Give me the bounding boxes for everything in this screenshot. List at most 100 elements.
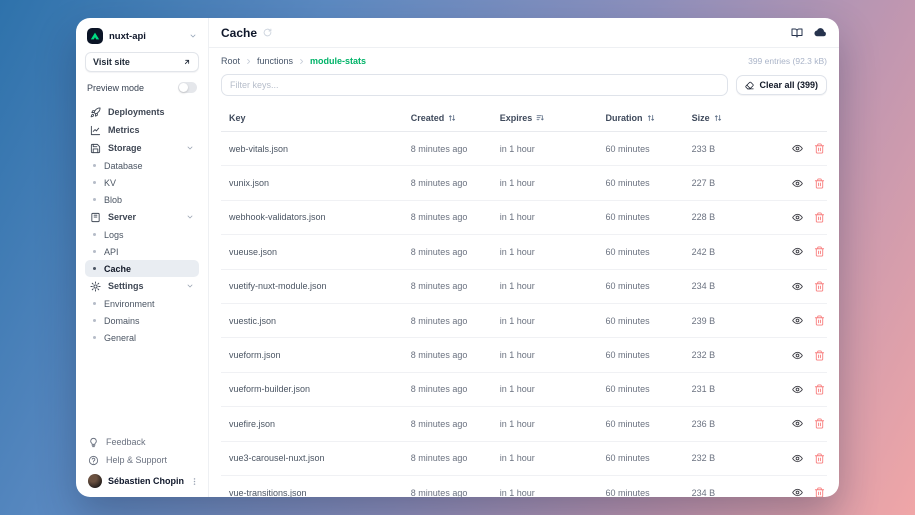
breadcrumb-root[interactable]: Root xyxy=(221,56,240,66)
delete-entry-icon[interactable] xyxy=(814,246,825,257)
user-menu[interactable]: Sébastien Chopin xyxy=(85,469,199,488)
delete-entry-icon[interactable] xyxy=(814,212,825,223)
sidebar-item-settings[interactable]: Settings xyxy=(85,277,199,295)
cell-size: 228 B xyxy=(692,212,785,222)
view-entry-icon[interactable] xyxy=(792,212,803,223)
cloud-icon[interactable] xyxy=(814,26,827,39)
bullet-icon xyxy=(93,336,96,339)
bullet-icon xyxy=(93,302,96,305)
cell-duration: 60 minutes xyxy=(606,384,692,394)
cell-actions xyxy=(784,384,827,395)
table-row: webhook-validators.json 8 minutes ago in… xyxy=(221,201,827,235)
sidebar-item-metrics[interactable]: Metrics xyxy=(85,121,199,139)
delete-entry-icon[interactable] xyxy=(814,384,825,395)
cell-duration: 60 minutes xyxy=(606,453,692,463)
preview-mode-toggle[interactable] xyxy=(178,82,197,93)
delete-entry-icon[interactable] xyxy=(814,281,825,292)
view-entry-icon[interactable] xyxy=(792,315,803,326)
sidebar-item-api[interactable]: API xyxy=(85,243,199,260)
view-entry-icon[interactable] xyxy=(792,178,803,189)
cell-key: vueform-builder.json xyxy=(221,384,411,394)
sidebar-item-server[interactable]: Server xyxy=(85,208,199,226)
sidebar-item-kv[interactable]: KV xyxy=(85,174,199,191)
refresh-icon[interactable] xyxy=(263,28,272,37)
visit-site-button[interactable]: Visit site xyxy=(85,52,199,72)
clear-all-label: Clear all (399) xyxy=(759,80,818,90)
bullet-icon xyxy=(93,181,96,184)
sidebar-item-feedback[interactable]: Feedback xyxy=(85,433,199,451)
clear-all-button[interactable]: Clear all (399) xyxy=(736,75,827,95)
delete-entry-icon[interactable] xyxy=(814,418,825,429)
sidebar-item-blob[interactable]: Blob xyxy=(85,191,199,208)
project-selector[interactable]: nuxt-api xyxy=(85,27,199,52)
sidebar-item-cache[interactable]: Cache xyxy=(85,260,199,277)
avatar xyxy=(88,474,102,488)
chevron-down-icon xyxy=(186,144,194,152)
sidebar-item-database[interactable]: Database xyxy=(85,157,199,174)
sidebar-item-environment[interactable]: Environment xyxy=(85,295,199,312)
sidebar-item-help[interactable]: Help & Support xyxy=(85,451,199,469)
ellipsis-vertical-icon[interactable] xyxy=(190,477,199,486)
column-created[interactable]: Created xyxy=(411,113,500,123)
cell-expires: in 1 hour xyxy=(500,316,606,326)
filter-keys-input[interactable] xyxy=(221,74,728,96)
column-expires[interactable]: Expires xyxy=(500,113,606,123)
cell-duration: 60 minutes xyxy=(606,178,692,188)
cell-key: vuefire.json xyxy=(221,419,411,429)
table-row: vuefire.json 8 minutes ago in 1 hour 60 … xyxy=(221,407,827,441)
arrow-up-right-icon xyxy=(183,58,191,66)
entries-summary: 399 entries (92.3 kB) xyxy=(748,56,827,66)
delete-entry-icon[interactable] xyxy=(814,315,825,326)
cell-created: 8 minutes ago xyxy=(411,281,500,291)
sidebar-item-logs[interactable]: Logs xyxy=(85,226,199,243)
delete-entry-icon[interactable] xyxy=(814,453,825,464)
cell-actions xyxy=(784,281,827,292)
sidebar-item-deployments[interactable]: Deployments xyxy=(85,103,199,121)
view-entry-icon[interactable] xyxy=(792,143,803,154)
chart-icon xyxy=(90,125,101,136)
delete-entry-icon[interactable] xyxy=(814,178,825,189)
disk-icon xyxy=(90,143,101,154)
delete-entry-icon[interactable] xyxy=(814,143,825,154)
table-row: vuestic.json 8 minutes ago in 1 hour 60 … xyxy=(221,304,827,338)
view-entry-icon[interactable] xyxy=(792,487,803,497)
table-row: vueuse.json 8 minutes ago in 1 hour 60 m… xyxy=(221,235,827,269)
cell-size: 231 B xyxy=(692,384,785,394)
view-entry-icon[interactable] xyxy=(792,384,803,395)
breadcrumb-functions[interactable]: functions xyxy=(257,56,293,66)
feedback-label: Feedback xyxy=(106,437,146,447)
breadcrumb-current[interactable]: module-stats xyxy=(310,56,366,66)
view-entry-icon[interactable] xyxy=(792,350,803,361)
view-entry-icon[interactable] xyxy=(792,246,803,257)
chevron-down-icon xyxy=(186,213,194,221)
cell-created: 8 minutes ago xyxy=(411,316,500,326)
sidebar-item-domains[interactable]: Domains xyxy=(85,312,199,329)
view-entry-icon[interactable] xyxy=(792,281,803,292)
rocket-icon xyxy=(90,107,101,118)
cell-size: 232 B xyxy=(692,453,785,463)
sidebar-item-general[interactable]: General xyxy=(85,329,199,346)
cell-size: 236 B xyxy=(692,419,785,429)
sidebar-item-storage[interactable]: Storage xyxy=(85,139,199,157)
view-entry-icon[interactable] xyxy=(792,418,803,429)
cell-size: 233 B xyxy=(692,144,785,154)
bullet-icon xyxy=(93,267,96,270)
page-title: Cache xyxy=(221,26,257,40)
cell-actions xyxy=(784,178,827,189)
column-duration[interactable]: Duration xyxy=(606,113,692,123)
chevron-right-icon xyxy=(298,58,305,65)
view-entry-icon[interactable] xyxy=(792,453,803,464)
delete-entry-icon[interactable] xyxy=(814,487,825,497)
docs-book-icon[interactable] xyxy=(791,27,803,39)
bullet-icon xyxy=(93,233,96,236)
cell-key: vue3-carousel-nuxt.json xyxy=(221,453,411,463)
cell-duration: 60 minutes xyxy=(606,247,692,257)
column-size[interactable]: Size xyxy=(692,113,785,123)
cell-size: 234 B xyxy=(692,281,785,291)
cell-actions xyxy=(784,246,827,257)
cell-expires: in 1 hour xyxy=(500,144,606,154)
column-key[interactable]: Key xyxy=(221,113,411,123)
delete-entry-icon[interactable] xyxy=(814,350,825,361)
bullet-icon xyxy=(93,250,96,253)
cell-key: webhook-validators.json xyxy=(221,212,411,222)
